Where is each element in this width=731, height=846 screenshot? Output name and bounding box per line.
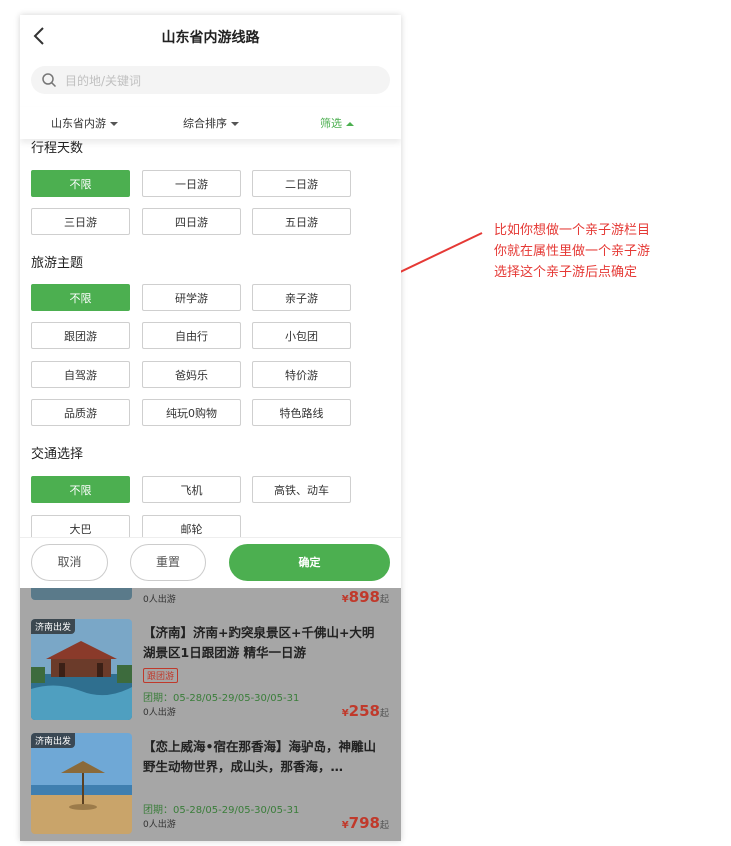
- option-theme-self-drive[interactable]: 自驾游: [31, 361, 130, 388]
- annotation-note: 比如你想做一个亲子游栏目 你就在属性里做一个亲子游 选择这个亲子游后点确定: [494, 220, 694, 283]
- card-title: 【恋上威海•宿在那香海】海驴岛，神雕山野生动物世界，成山头，那香海，…: [143, 739, 376, 774]
- option-theme-any[interactable]: 不限: [31, 284, 130, 311]
- option-theme-discount[interactable]: 特价游: [252, 361, 351, 388]
- price-value: 898: [348, 588, 380, 606]
- option-theme-family[interactable]: 亲子游: [252, 284, 351, 311]
- price: ¥798起: [342, 813, 389, 832]
- search-input[interactable]: [63, 66, 367, 96]
- option-days-1[interactable]: 一日游: [142, 170, 241, 197]
- depart-tag: 济南出发: [31, 733, 76, 748]
- list-item[interactable]: 0人出游 ¥898起: [20, 587, 401, 609]
- phone-screen: 山东省内游线路 山东省内游 综合排序 筛选 行程天数 不限 一日游 二日游 三日…: [20, 15, 401, 841]
- list-item[interactable]: 济南出发 【济南】济南+趵突泉景区+千佛山+大明湖景区1日跟团游 精华一日游 跟…: [20, 619, 401, 729]
- option-theme-group[interactable]: 跟团游: [31, 322, 130, 349]
- sort-filter-label: 筛选: [320, 117, 342, 130]
- sort-order-label: 综合排序: [183, 117, 227, 130]
- beach-umbrella-image: [31, 733, 132, 834]
- product-list: 0人出游 ¥898起 济南出发 【济南】济南+趵突泉景区+千佛山+大明湖景区1日…: [20, 587, 401, 841]
- option-days-4[interactable]: 四日游: [142, 208, 241, 235]
- caret-up-icon: [346, 122, 354, 126]
- sort-order[interactable]: 综合排序: [183, 115, 239, 131]
- option-theme-small-group[interactable]: 小包团: [252, 322, 351, 349]
- sort-bar: 山东省内游 综合排序 筛选: [20, 107, 401, 139]
- price: ¥258起: [342, 701, 389, 720]
- option-transport-cruise[interactable]: 邮轮: [142, 515, 241, 537]
- price-value: 258: [348, 702, 380, 720]
- price-currency: ¥: [341, 708, 349, 719]
- departed-count: 0人出游: [143, 595, 176, 605]
- page-title: 山东省内游线路: [161, 30, 260, 46]
- filter-panel: 行程天数 不限 一日游 二日游 三日游 四日游 五日游 旅游主题 不限 研学游 …: [20, 139, 401, 537]
- type-badge: 跟团游: [143, 668, 179, 683]
- option-transport-bus[interactable]: 大巴: [31, 515, 130, 537]
- filter-footer: 取消 重置 确定: [20, 537, 401, 588]
- section-title-days: 行程天数: [31, 141, 84, 156]
- depart-tag: 济南出发: [31, 619, 76, 634]
- tour-period: 团期：05-28/05-29/05-30/05-31: [143, 805, 300, 816]
- price-suffix: 起: [379, 709, 389, 719]
- list-item[interactable]: 济南出发 【恋上威海•宿在那香海】海驴岛，神雕山野生动物世界，成山头，那香海，……: [20, 733, 401, 841]
- price-currency: ¥: [341, 594, 349, 605]
- thumbnail: 济南出发: [31, 619, 132, 720]
- caret-down-icon: [231, 122, 239, 126]
- reset-button[interactable]: 重置: [130, 544, 206, 581]
- price-suffix: 起: [379, 821, 389, 831]
- section-title-theme: 旅游主题: [31, 256, 84, 271]
- option-days-2[interactable]: 二日游: [252, 170, 351, 197]
- price-currency: ¥: [341, 820, 349, 831]
- price: ¥898起: [342, 587, 389, 606]
- sort-region[interactable]: 山东省内游: [51, 115, 118, 131]
- option-theme-study[interactable]: 研学游: [142, 284, 241, 311]
- thumbnail: [31, 587, 132, 600]
- option-days-5[interactable]: 五日游: [252, 208, 351, 235]
- option-theme-no-shopping[interactable]: 纯玩0购物: [142, 399, 241, 426]
- departed-count: 0人出游: [143, 708, 176, 718]
- caret-down-icon: [110, 122, 118, 126]
- option-transport-any[interactable]: 不限: [31, 476, 130, 503]
- search-icon: [42, 73, 57, 88]
- option-theme-parents[interactable]: 爸妈乐: [142, 361, 241, 388]
- departed-count: 0人出游: [143, 820, 176, 830]
- option-days-any[interactable]: 不限: [31, 170, 130, 197]
- price-value: 798: [348, 814, 380, 832]
- confirm-button[interactable]: 确定: [229, 544, 390, 581]
- option-theme-free[interactable]: 自由行: [142, 322, 241, 349]
- sort-region-label: 山东省内游: [51, 117, 106, 130]
- price-suffix: 起: [379, 595, 389, 605]
- annotation-line: 选择这个亲子游后点确定: [494, 265, 638, 280]
- cancel-button[interactable]: 取消: [31, 544, 108, 581]
- option-days-3[interactable]: 三日游: [31, 208, 130, 235]
- header: 山东省内游线路: [20, 15, 401, 59]
- tour-period: 团期：05-28/05-29/05-30/05-31: [143, 693, 300, 704]
- option-theme-special[interactable]: 特色路线: [252, 399, 351, 426]
- annotation-line: 你就在属性里做一个亲子游: [494, 244, 651, 259]
- annotation-line: 比如你想做一个亲子游栏目: [494, 223, 651, 238]
- thumbnail: 济南出发: [31, 733, 132, 834]
- card-title: 【济南】济南+趵突泉景区+千佛山+大明湖景区1日跟团游 精华一日游: [143, 625, 375, 660]
- section-title-transport: 交通选择: [31, 447, 84, 462]
- option-transport-plane[interactable]: 飞机: [142, 476, 241, 503]
- sort-filter[interactable]: 筛选: [320, 115, 354, 131]
- option-theme-quality[interactable]: 品质游: [31, 399, 130, 426]
- option-transport-train[interactable]: 高铁、动车: [252, 476, 351, 503]
- search-bar[interactable]: [31, 66, 390, 96]
- pavilion-image: [31, 619, 132, 720]
